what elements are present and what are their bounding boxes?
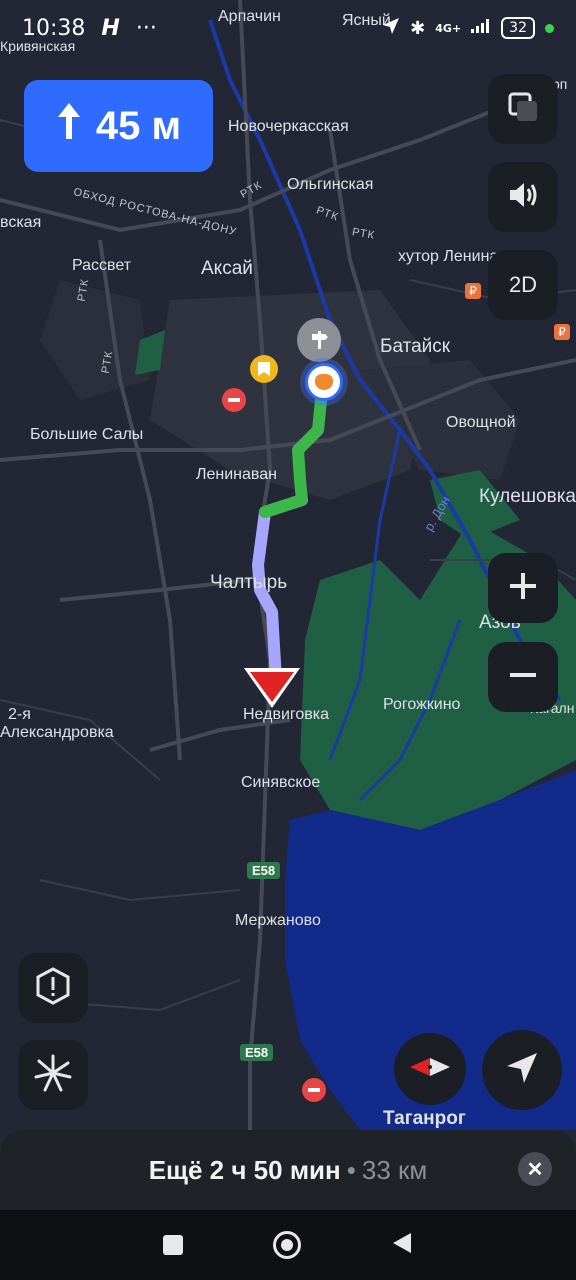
status-time: 10:38 <box>22 15 86 41</box>
privacy-indicator-dot <box>545 23 554 33</box>
plus-icon <box>508 571 538 606</box>
view-mode-2d-button[interactable]: 2D <box>488 250 558 320</box>
alice-assistant-button[interactable] <box>18 1040 88 1110</box>
burst-icon <box>33 1053 73 1098</box>
back-button[interactable] <box>391 1231 413 1259</box>
map-label-bataysk: Батайск <box>380 336 451 357</box>
more-notifications-icon: ··· <box>135 15 157 41</box>
time-remaining: Ещё 2 ч 50 мин <box>148 1154 341 1185</box>
map-label-olginskaya: Ольгинская <box>287 176 374 193</box>
layers-icon <box>506 90 540 129</box>
favorite-poi-icon[interactable] <box>250 355 278 383</box>
map-label-khutor-lenina: хутор Ленина <box>398 248 499 265</box>
no-entry-poi-icon-2[interactable] <box>302 1078 326 1102</box>
map-label-rassvet: Рассвет <box>72 257 132 274</box>
compass-button[interactable] <box>394 1033 466 1105</box>
map-label-askaya: вская <box>0 214 42 231</box>
status-bar: 10:38 H ··· ✱ 4G+ 32 <box>0 0 576 56</box>
minus-icon <box>508 660 538 695</box>
eta-separator: • <box>346 1154 356 1185</box>
battery-indicator: 32 <box>501 17 535 39</box>
view-mode-label: 2D <box>508 272 538 297</box>
compass-icon <box>408 1055 452 1083</box>
road-badge-e58-2: E58 <box>240 1044 274 1061</box>
map-label-2ya: 2-я <box>8 706 31 723</box>
app-notification-icon: H <box>101 15 120 41</box>
my-location-button[interactable] <box>482 1030 562 1110</box>
recents-button[interactable] <box>163 1235 183 1255</box>
map-label-chaltyr: Чалтырь <box>210 572 288 593</box>
user-location-avatar-icon[interactable] <box>300 358 348 406</box>
map-label-sinyavskoe: Синявское <box>241 774 321 791</box>
map-label-kuleshovka: Кулешовка <box>479 486 576 507</box>
navigation-arrow-icon <box>504 1050 540 1090</box>
maneuver-distance: 45 м <box>95 103 182 148</box>
map-label-novocherkasskaya: Новочеркасская <box>228 118 349 135</box>
layers-button[interactable] <box>488 74 558 144</box>
parking-poi-icon[interactable]: ₽ <box>465 283 481 299</box>
road-events-button[interactable] <box>18 953 88 1023</box>
zoom-in-button[interactable] <box>488 553 558 623</box>
network-type: 4G+ <box>435 21 462 35</box>
map-label-merzhanovo: Мержаново <box>235 912 321 929</box>
close-route-button[interactable]: ✕ <box>518 1152 552 1186</box>
bluetooth-icon: ✱ <box>410 17 426 39</box>
maneuver-card[interactable]: 45 м <box>24 80 213 172</box>
map-label-ovoshnoy: Овощной <box>446 414 516 431</box>
speaker-icon <box>507 180 539 215</box>
map-label-aleksandrovka: Александровка <box>0 724 114 741</box>
sound-button[interactable] <box>488 162 558 232</box>
warning-hexagon-icon <box>33 966 73 1011</box>
system-nav-bar <box>0 1210 576 1280</box>
signpost-icon[interactable] <box>297 318 341 362</box>
map-label-rogozhkino: Рогожкино <box>383 696 461 713</box>
destination-marker-icon[interactable] <box>242 666 302 714</box>
parking-poi-icon-2[interactable]: ₽ <box>554 324 570 340</box>
location-arrow-icon <box>382 17 400 39</box>
zoom-out-button[interactable] <box>488 642 558 712</box>
map-label-leninavan: Ленинаван <box>196 466 277 483</box>
home-button[interactable] <box>273 1231 301 1259</box>
map-label-bolshie-saly: Большие Салы <box>30 426 144 443</box>
close-icon: ✕ <box>526 1158 544 1181</box>
road-badge-e58-1: E58 <box>247 862 281 879</box>
route-info-panel[interactable]: Ещё 2 ч 50 мин • 33 км ✕ <box>0 1130 576 1210</box>
map-label-aksai: Аксай <box>201 258 253 279</box>
no-entry-poi-icon[interactable] <box>222 388 246 412</box>
distance-remaining: 33 км <box>361 1154 428 1185</box>
signal-icon <box>471 19 491 37</box>
map-label-taganrog: Таганрог <box>383 1108 466 1129</box>
arrow-up-icon <box>56 101 82 151</box>
